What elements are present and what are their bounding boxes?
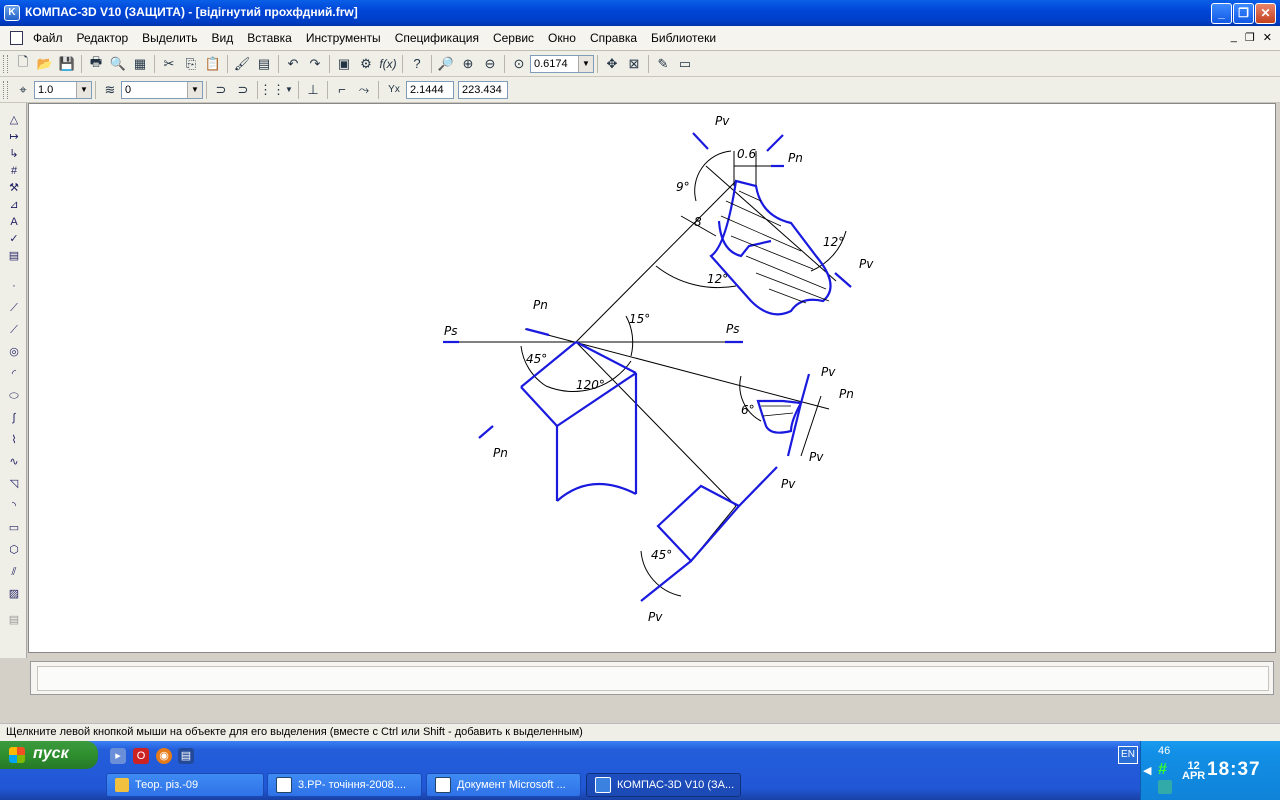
task-button[interactable]: Теор. різ.-09 [106, 773, 264, 797]
pv-right-small [799, 373, 811, 404]
label-pn-right: Pn [839, 387, 854, 401]
task-button[interactable]: Документ Microsoft ... [426, 773, 581, 797]
mdi-close-button[interactable]: ✕ [1263, 31, 1272, 44]
task-button-active[interactable]: КОМПАС-3D V10 (ЗА... [586, 773, 741, 797]
clock-date: 12 APR [1182, 761, 1206, 782]
start-button[interactable]: пуск [0, 741, 98, 769]
kompas-icon [595, 777, 611, 793]
holder-arc [556, 482, 637, 502]
task-label: 3.РР- точіння-2008.... [298, 779, 406, 791]
label-ps-left: Ps [444, 324, 458, 338]
pv-top-mark [692, 132, 709, 150]
label-pv-top: Pv [715, 114, 730, 128]
tool-axis-line-2 [575, 341, 737, 507]
label-dim-45a: 45° [526, 352, 547, 366]
holder-edge [520, 386, 558, 427]
windows-logo-icon [9, 747, 25, 763]
label-pn-mid: Pn [533, 298, 548, 312]
task-button[interactable]: 3.РР- точіння-2008.... [267, 773, 422, 797]
label-pv-right-top: Pv [859, 257, 874, 271]
insert-hatching [720, 190, 830, 417]
pv-right-small-2 [786, 402, 803, 457]
close-button[interactable]: ✕ [1255, 3, 1276, 24]
opera-icon[interactable]: O [133, 748, 149, 764]
label-dim-6: 6° [741, 403, 755, 417]
word-doc-icon [435, 777, 451, 793]
task-label: Теор. різ.-09 [135, 779, 199, 791]
task-label: Документ Microsoft ... [457, 779, 566, 791]
status-bar: Щелкните левой кнопкой мыши на объекте д… [0, 723, 1280, 742]
label-dim-9: 9° [676, 180, 690, 194]
status-message: Щелкните левой кнопкой мыши на объекте д… [6, 726, 583, 738]
tray-counter: 46 [1158, 745, 1171, 757]
disabled-icon: ▤ [8, 614, 20, 626]
firefox-icon[interactable]: ◉ [156, 748, 172, 764]
folder-icon [115, 778, 129, 792]
label-ps-right: Ps [726, 322, 740, 336]
rake-line [705, 165, 837, 282]
pv-bottom-line [640, 560, 692, 602]
label-pn-top: Pn [788, 151, 803, 165]
label-pv-mid: Pv [821, 365, 836, 379]
label-dim-12a: 12° [707, 272, 728, 286]
pn-bottom-mark [478, 425, 494, 439]
label-pv-bottom: Pv [648, 610, 663, 624]
drawing-svg[interactable]: Pv Pn 0.6 9° 8 12° 12° Pv Pn Ps Ps 15° 4… [1, 1, 1249, 624]
clock-month: APR [1182, 770, 1206, 782]
pn-axis-line [524, 328, 830, 410]
word-doc-icon [276, 777, 292, 793]
hatch-icon[interactable]: ▨ [6, 587, 22, 601]
start-label: пуск [33, 745, 69, 762]
label-pn-bottom: Pn [493, 446, 508, 460]
tray-collapse-icon[interactable]: ◀ [1143, 764, 1151, 777]
pv-right-mark [834, 272, 852, 288]
pv-lower-line [738, 466, 778, 507]
language-indicator[interactable]: EN [1118, 746, 1138, 764]
label-dim-15: 15° [629, 312, 650, 326]
property-panel-content[interactable] [37, 666, 1269, 691]
holder-edge [575, 341, 637, 374]
pv-right-line [800, 395, 822, 457]
label-dim-12b: 12° [823, 235, 844, 249]
show-desktop-icon[interactable]: ▸ [110, 748, 126, 764]
task-label: КОМПАС-3D V10 (ЗА... [617, 779, 735, 791]
network-icon[interactable]: # [1158, 761, 1167, 779]
pn-mark [525, 327, 550, 337]
drawing-canvas[interactable]: Pv Pn 0.6 9° 8 12° 12° Pv Pn Ps Ps 15° 4… [28, 103, 1276, 653]
label-dim-45b: 45° [651, 548, 672, 562]
label-pv-mid2: Pv [809, 450, 824, 464]
angle-arc-9 [694, 150, 732, 202]
equidistant-icon[interactable]: ⫽ [6, 565, 22, 579]
save-quicklaunch-icon[interactable]: ▤ [178, 748, 194, 764]
label-dim-120: 120° [576, 378, 605, 392]
tool-axis-line [575, 180, 737, 343]
pv-top-mark-2 [766, 134, 784, 152]
label-dim-06: 0.6 [737, 147, 756, 161]
label-dim-8: 8 [694, 215, 702, 229]
antivirus-icon[interactable] [1158, 780, 1172, 794]
label-pv-lower: Pv [781, 477, 796, 491]
clock-time[interactable]: 18:37 [1207, 759, 1261, 781]
